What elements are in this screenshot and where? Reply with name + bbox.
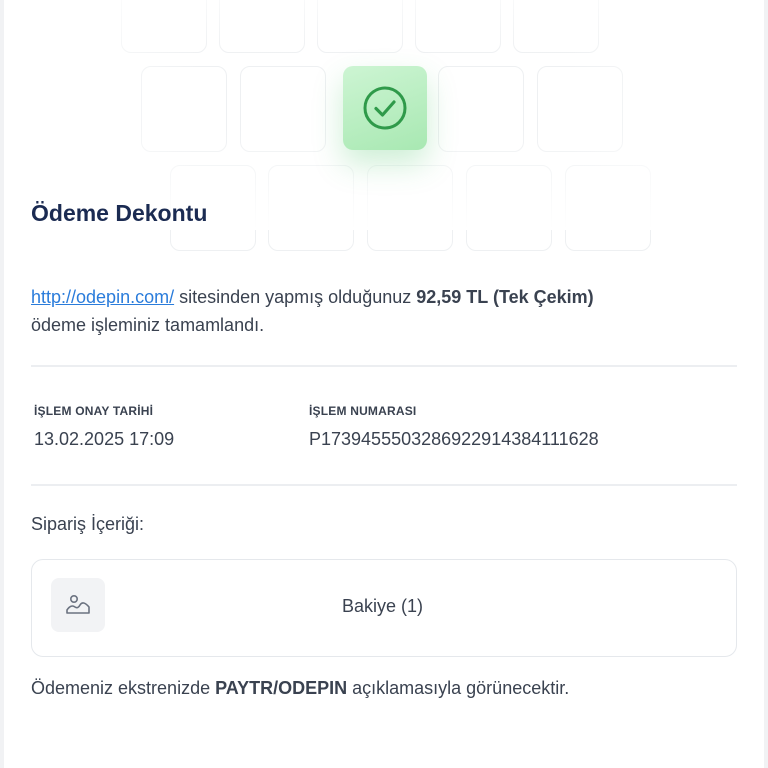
order-item: Bakiye (1): [31, 559, 737, 657]
receipt-card: Ödeme Dekontu http://odepin.com/ sitesin…: [4, 0, 764, 768]
description-middle: sitesinden yapmış olduğunuz: [174, 287, 417, 307]
success-status-tile: [343, 66, 427, 150]
image-placeholder-icon: [66, 595, 90, 614]
approval-date-value: 13.02.2025 17:09: [34, 429, 175, 449]
divider: [31, 484, 737, 486]
statement-note: Ödemeniz ekstrenizde PAYTR/ODEPIN açıkla…: [31, 678, 569, 699]
approval-date-label: İŞLEM ONAY TARİHİ: [34, 404, 154, 418]
transaction-number-value: P1739455503286922914384111628: [309, 429, 599, 449]
statement-note-suffix: açıklamasıyla görünecektir.: [347, 678, 570, 698]
payment-description: http://odepin.com/ sitesinden yapmış old…: [31, 283, 731, 339]
merchant-site-link[interactable]: http://odepin.com/: [31, 287, 174, 307]
item-name: Bakiye (1): [342, 596, 424, 616]
statement-note-prefix: Ödemeniz ekstrenizde: [31, 678, 216, 698]
description-end: ödeme işleminiz tamamlandı.: [31, 315, 265, 335]
payment-amount: 92,59 TL (Tek Çekim): [416, 287, 594, 307]
transaction-number-label: İŞLEM NUMARASI: [309, 404, 417, 418]
order-content-title: Sipariş İçeriği:: [31, 514, 145, 534]
divider: [31, 365, 737, 367]
page-title: Ödeme Dekontu: [31, 200, 208, 226]
statement-descriptor: PAYTR/ODEPIN: [215, 678, 348, 698]
check-circle-icon: [363, 86, 407, 130]
item-thumbnail: [51, 578, 105, 632]
